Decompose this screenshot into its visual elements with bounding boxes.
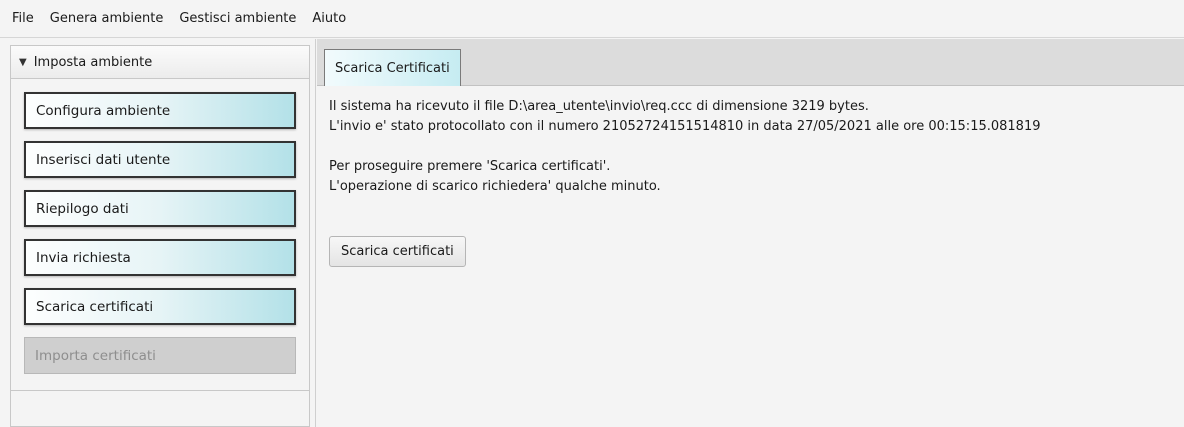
accordion-title: Imposta ambiente	[33, 54, 153, 70]
configura-ambiente-button[interactable]: Configura ambiente	[24, 92, 296, 129]
message-line-wait: L'operazione di scarico richiedera' qual…	[329, 179, 661, 194]
main-panel: Scarica Certificati Il sistema ha ricevu…	[317, 39, 1184, 427]
menu-bar: File Genera ambiente Gestisci ambiente A…	[0, 0, 1184, 38]
riepilogo-dati-button[interactable]: Riepilogo dati	[24, 190, 296, 227]
accordion-body: Configura ambiente Inserisci dati utente…	[11, 79, 309, 391]
menu-genera-ambiente[interactable]: Genera ambiente	[42, 11, 172, 26]
scarica-certificati-button[interactable]: Scarica certificati	[329, 236, 466, 267]
inserisci-dati-utente-button[interactable]: Inserisci dati utente	[24, 141, 296, 178]
menu-aiuto[interactable]: Aiuto	[304, 11, 354, 26]
menu-gestisci-ambiente[interactable]: Gestisci ambiente	[171, 11, 304, 26]
left-panel: ▼ Imposta ambiente Configura ambiente In…	[0, 39, 316, 427]
accordion: ▼ Imposta ambiente Configura ambiente In…	[10, 45, 310, 427]
tab-strip: Scarica Certificati	[317, 39, 1184, 86]
invia-richiesta-button[interactable]: Invia richiesta	[24, 239, 296, 276]
message-line-received: Il sistema ha ricevuto il file D:\area_u…	[329, 99, 869, 114]
message-line-instructions: Per proseguire premere 'Scarica certific…	[329, 159, 611, 174]
expand-arrow-icon: ▼	[19, 56, 27, 68]
tab-scarica-certificati[interactable]: Scarica Certificati	[324, 49, 461, 86]
scarica-certificati-nav-button[interactable]: Scarica certificati	[24, 288, 296, 325]
message-line-protocol: L'invio e' stato protocollato con il num…	[329, 119, 1041, 134]
accordion-header-imposta-ambiente[interactable]: ▼ Imposta ambiente	[11, 46, 309, 79]
message-area: Il sistema ha ricevuto il file D:\area_u…	[329, 97, 1041, 197]
menu-file[interactable]: File	[8, 11, 42, 26]
importa-certificati-button: Importa certificati	[24, 337, 296, 374]
